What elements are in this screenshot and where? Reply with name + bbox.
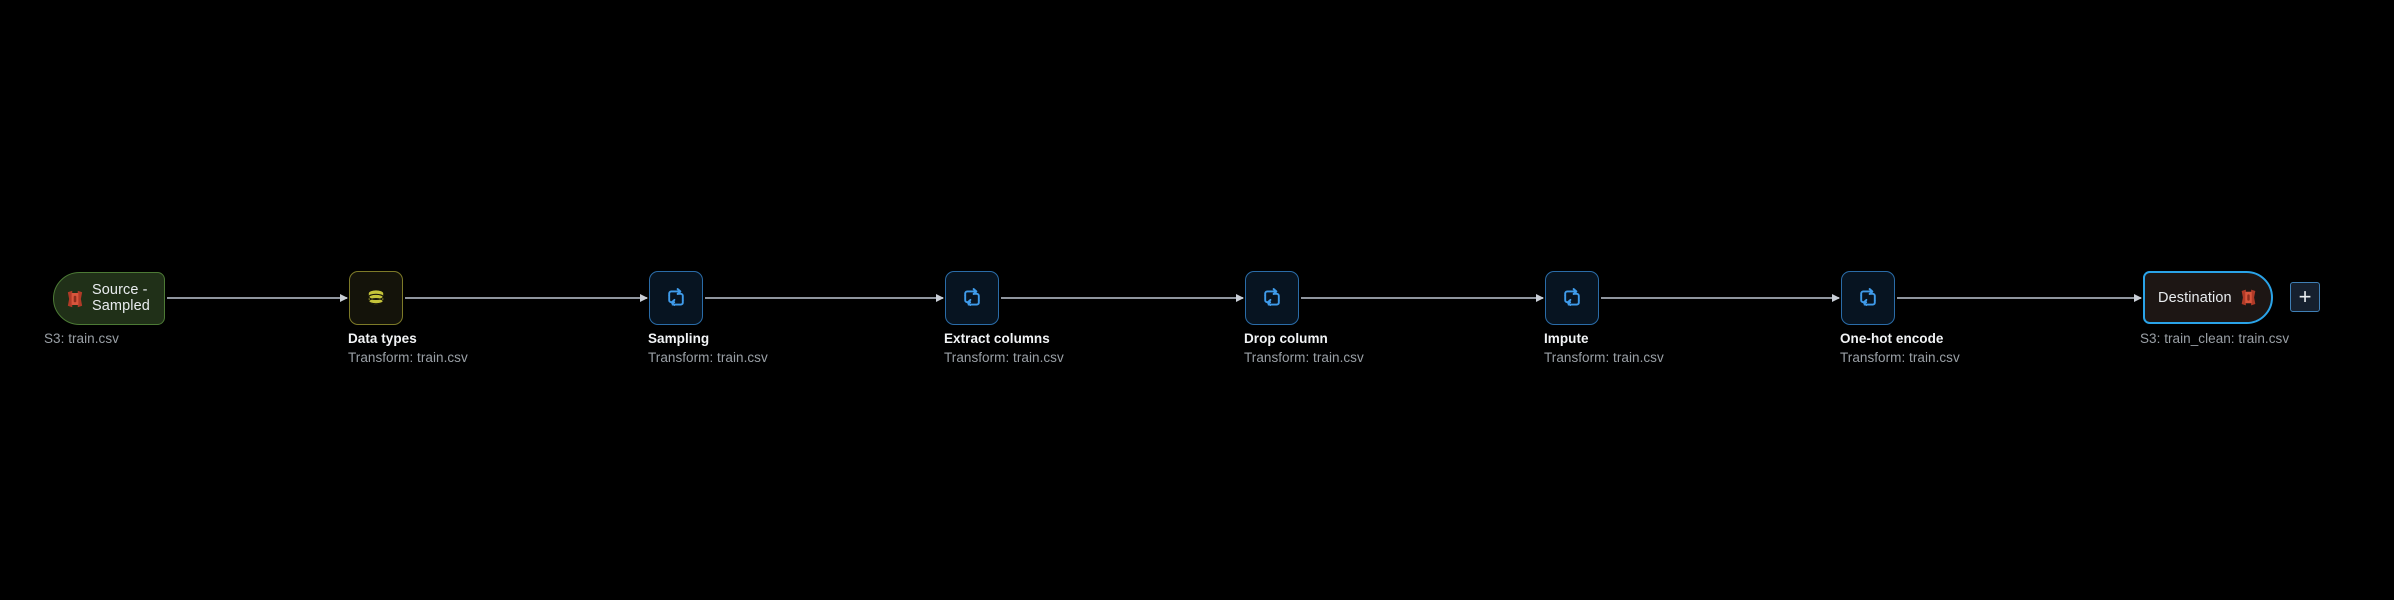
node-caption-subtitle: Transform: train.csv [944, 350, 1064, 365]
transform-loop-icon [958, 284, 986, 312]
transform-node-body[interactable] [1841, 271, 1895, 325]
flow-node-impute[interactable] [1545, 271, 1599, 325]
node-caption-title: One-hot encode [1840, 331, 1944, 346]
transform-loop-icon [668, 288, 684, 306]
transform-node-body[interactable] [1245, 271, 1299, 325]
transform-loop-icon [1558, 284, 1586, 312]
transform-node-body[interactable] [649, 271, 703, 325]
node-caption-extract-columns: Extract columns Transform: train.csv [944, 331, 1064, 366]
transform-loop-icon [1264, 288, 1280, 306]
node-caption-source: S3: train.csv [44, 331, 119, 347]
transform-loop-icon [1860, 288, 1876, 306]
node-caption-one-hot-encode: One-hot encode Transform: train.csv [1840, 331, 1960, 366]
node-caption-drop-column: Drop column Transform: train.csv [1244, 331, 1364, 366]
flow-node-source[interactable]: Source - Sampled [53, 272, 165, 325]
flow-node-data-types[interactable] [349, 271, 403, 325]
flow-canvas[interactable]: Source - Sampled S3: train.csv Data types T… [0, 0, 2394, 600]
source-node-title: Source - Sampled [92, 282, 150, 314]
transform-loop-icon [662, 284, 690, 312]
edge-extract-drop [1001, 294, 1244, 302]
flow-node-destination[interactable]: Destination [2143, 271, 2273, 324]
edge-onehot-destination [1897, 294, 2142, 302]
node-caption-subtitle: Transform: train.csv [1840, 350, 1960, 365]
destination-node-title: Destination [2158, 289, 2232, 306]
data-types-node-body[interactable] [349, 271, 403, 325]
node-caption-title: Drop column [1244, 331, 1328, 346]
node-caption-title: Sampling [648, 331, 710, 346]
flow-node-one-hot-encode[interactable] [1841, 271, 1895, 325]
flow-node-sampling[interactable] [649, 271, 703, 325]
node-caption-subtitle: S3: train_clean: train.csv [2140, 331, 2290, 346]
node-caption-subtitle: Transform: train.csv [348, 350, 468, 365]
plus-icon: + [2298, 284, 2312, 309]
node-caption-title: Data types [348, 331, 417, 346]
flow-node-drop-column[interactable] [1245, 271, 1299, 325]
transform-loop-icon [1258, 284, 1286, 312]
s3-bucket-icon [67, 290, 83, 307]
edge-source-datatypes [167, 294, 348, 302]
s3-bucket-icon [2241, 289, 2256, 306]
edge-sampling-extract [705, 294, 944, 302]
destination-node-body[interactable]: Destination [2143, 271, 2273, 324]
node-caption-data-types: Data types Transform: train.csv [348, 331, 468, 366]
transform-node-body[interactable] [1545, 271, 1599, 325]
database-icon [368, 290, 384, 305]
node-caption-title: Extract columns [944, 331, 1050, 346]
node-caption-sampling: Sampling Transform: train.csv [648, 331, 768, 366]
transform-node-body[interactable] [945, 271, 999, 325]
edge-datatypes-sampling [405, 294, 648, 302]
add-node-button[interactable]: + [2290, 282, 2320, 312]
transform-loop-icon [1564, 288, 1580, 306]
edge-drop-impute [1301, 294, 1544, 302]
node-caption-subtitle: S3: train.csv [44, 331, 119, 346]
node-caption-subtitle: Transform: train.csv [1244, 350, 1364, 365]
node-caption-title: Impute [1544, 331, 1589, 346]
s3-bucket-icon [2238, 287, 2259, 308]
database-icon [363, 285, 389, 311]
node-caption-subtitle: Transform: train.csv [1544, 350, 1664, 365]
node-caption-destination: S3: train_clean: train.csv [2140, 331, 2289, 347]
source-node-body[interactable]: Source - Sampled [53, 272, 165, 325]
node-caption-impute: Impute Transform: train.csv [1544, 331, 1664, 366]
transform-loop-icon [1854, 284, 1882, 312]
flow-node-extract-columns[interactable] [945, 271, 999, 325]
transform-loop-icon [964, 288, 980, 306]
node-caption-subtitle: Transform: train.csv [648, 350, 768, 365]
edge-impute-onehot [1601, 294, 1840, 302]
s3-bucket-icon [64, 288, 86, 310]
